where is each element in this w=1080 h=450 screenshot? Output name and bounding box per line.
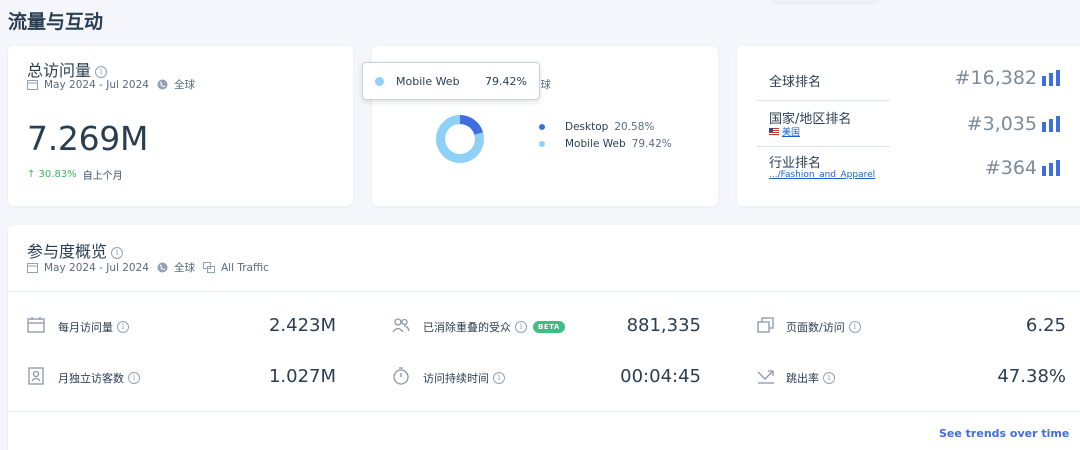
us-flag-icon (769, 128, 779, 136)
info-icon[interactable]: i (117, 321, 129, 333)
divider (757, 146, 890, 147)
total-visits-value: 7.269M (27, 119, 148, 158)
engagement-meta: May 2024 - Jul 2024 全球 All Traffic (27, 260, 269, 275)
users-icon (392, 317, 410, 333)
engagement-region: 全球 (174, 260, 195, 275)
region-selector[interactable]: 全球 (157, 260, 195, 275)
engagement-traffic: All Traffic (221, 262, 269, 274)
metric-label-text: 跳出率 (786, 370, 819, 386)
monthly-visits-label: 每月访问量 i (58, 319, 129, 335)
device-donut-chart[interactable] (430, 109, 490, 169)
metric-label-text: 访问持续时间 (423, 370, 489, 386)
industry-rank-value: #364 (927, 157, 1037, 179)
divider (8, 291, 1080, 292)
pages-per-visit-label: 页面数/访问 i (786, 319, 861, 335)
visitor-card-icon (27, 367, 45, 385)
tooltip-label: Mobile Web (396, 75, 460, 88)
metric-label-text: 已消除重叠的受众 (423, 319, 511, 335)
industry-rank-label: 行业排名 (769, 152, 821, 171)
info-icon[interactable]: i (823, 372, 835, 384)
country-rank-value: #3,035 (927, 113, 1037, 135)
bounce-rate-label: 跳出率 i (786, 370, 835, 386)
legend-value: 20.58% (614, 121, 654, 133)
metric-label-text: 页面数/访问 (786, 319, 845, 335)
traffic-selector[interactable]: All Traffic (203, 262, 269, 274)
country-name: 美国 (782, 125, 800, 138)
rank-chart-icon[interactable] (1042, 116, 1060, 132)
engagement-card: 参与度概览 i May 2024 - Jul 2024 全球 All Traffi… (8, 225, 1080, 450)
industry-name: .../Fashion_and_Apparel (769, 170, 875, 180)
legend-dot (539, 141, 545, 147)
tooltip-dot (375, 77, 384, 86)
info-icon[interactable]: i (128, 372, 140, 384)
dedup-audience-value: 881,335 (568, 315, 701, 336)
tooltip-value: 79.42% (485, 75, 527, 88)
legend-dot (539, 124, 545, 130)
legend-label: Desktop (565, 121, 608, 133)
beta-badge: BETA (533, 321, 565, 333)
total-visits-card: 总访问量i May 2024 - Jul 2024 全球 7.269M ↑ 30… (8, 46, 353, 206)
region-selector[interactable]: 全球 (157, 77, 195, 92)
divider (757, 100, 890, 101)
visit-duration-value: 00:04:45 (568, 366, 701, 387)
chart-tooltip: Mobile Web 79.42% (362, 62, 540, 100)
monthly-visits-value: 2.423M (208, 315, 336, 336)
calendar-icon (27, 262, 38, 273)
globe-icon (157, 262, 168, 273)
info-icon[interactable]: i (515, 321, 527, 333)
legend-label: Mobile Web (565, 138, 626, 150)
donut-slice-desktop[interactable] (460, 115, 483, 135)
pages-per-visit-value: 6.25 (938, 315, 1066, 336)
unique-visitors-label: 月独立访客数 i (58, 370, 140, 386)
rank-card: 全球排名 #16,382 国家/地区排名 美国 #3,035 行业排名 .../… (737, 46, 1080, 206)
legend-desktop[interactable]: Desktop 20.58% (539, 121, 654, 133)
metric-label-text: 每月访问量 (58, 319, 113, 335)
growth-percent: ↑ 30.83% (27, 169, 77, 180)
growth-since-label: 自上个月 (83, 167, 123, 182)
metric-label-text: 月独立访客数 (58, 370, 124, 386)
globe-icon (157, 79, 168, 90)
engagement-header: 参与度概览 i (27, 238, 123, 262)
engagement-date-range: May 2024 - Jul 2024 (44, 262, 149, 274)
global-rank-label: 全球排名 (769, 71, 821, 90)
dedup-audience-label: 已消除重叠的受众 i BETA (423, 319, 565, 335)
visits-meta: May 2024 - Jul 2024 全球 (27, 77, 195, 92)
timer-icon (392, 367, 410, 385)
divider (8, 411, 1080, 412)
visits-region: 全球 (174, 77, 195, 92)
visits-date-range: May 2024 - Jul 2024 (44, 79, 149, 91)
country-link[interactable]: 美国 (769, 125, 800, 138)
rank-chart-icon[interactable] (1042, 160, 1060, 176)
info-icon[interactable]: i (849, 321, 861, 333)
engagement-title: 参与度概览 (27, 242, 107, 261)
calendar-icon (27, 317, 45, 333)
calendar-icon (27, 79, 38, 90)
legend-mobile[interactable]: Mobile Web 79.42% (539, 138, 672, 150)
legend-value: 79.42% (632, 138, 672, 150)
info-icon[interactable]: i (493, 372, 505, 384)
global-rank-value: #16,382 (927, 67, 1037, 89)
industry-link[interactable]: .../Fashion_and_Apparel (769, 170, 875, 180)
visit-duration-label: 访问持续时间 i (423, 370, 505, 386)
bounce-arrow-icon (757, 368, 775, 384)
traffic-icon (203, 262, 215, 273)
rank-chart-icon[interactable] (1042, 70, 1060, 86)
bounce-rate-value: 47.38% (938, 366, 1066, 387)
top-floating-control[interactable] (770, 0, 880, 2)
info-icon[interactable]: i (111, 247, 123, 259)
see-trends-link[interactable]: See trends over time (939, 427, 1069, 440)
page-title: 流量与互动 (8, 7, 103, 34)
visits-growth: ↑ 30.83% 自上个月 (27, 167, 123, 182)
pages-icon (757, 317, 775, 333)
unique-visitors-value: 1.027M (208, 366, 336, 387)
